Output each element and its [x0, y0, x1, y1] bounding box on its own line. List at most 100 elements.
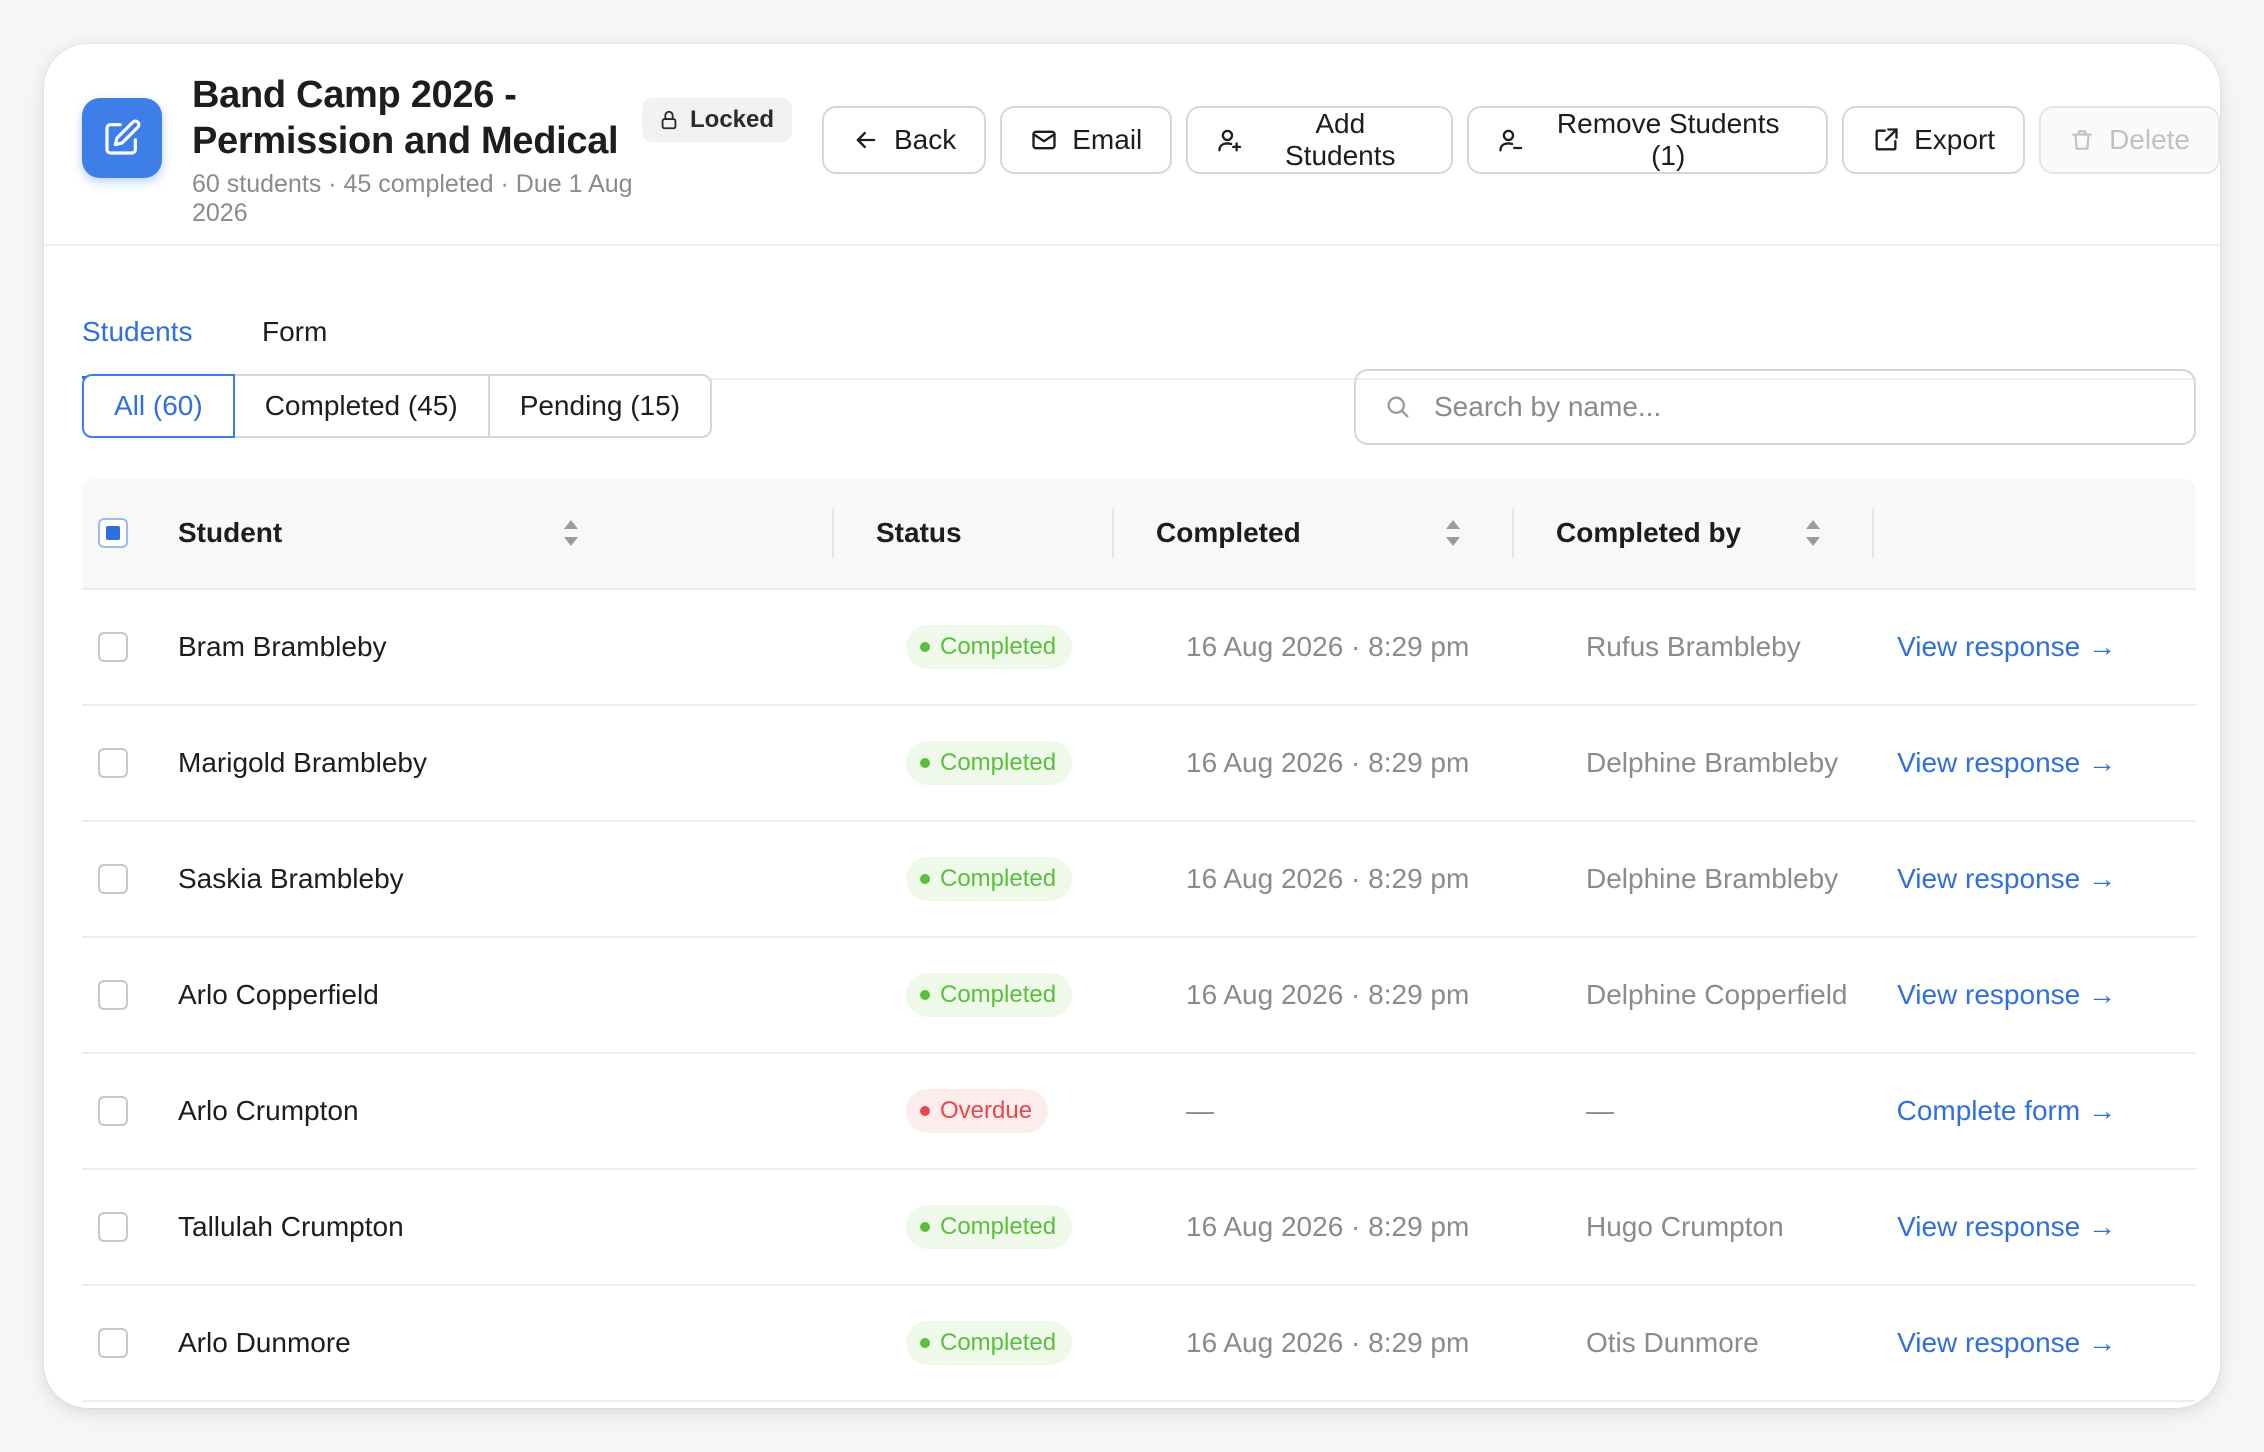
column-header-student[interactable]: Student: [178, 478, 282, 588]
status-badge: Completed: [906, 973, 1073, 1017]
page-title-line-1: Band Camp 2026 -: [192, 74, 517, 116]
add-students-button-label: Add Students: [1285, 108, 1396, 171]
row-checkbox[interactable]: [98, 1096, 128, 1126]
student-name: Bram Brambleby: [178, 631, 387, 662]
column-header-status: Status: [876, 517, 962, 548]
completed-by: Otis Dunmore: [1586, 1327, 1759, 1358]
status-label: Completed: [940, 865, 1057, 892]
completed-by: Delphine Copperfield: [1586, 979, 1848, 1010]
completed-date: 16 Aug 2026 · 8:29 pm: [1186, 1211, 1470, 1242]
table-body: Bram Brambleby Completed 16 Aug 2026 · 8:2…: [82, 590, 2196, 1402]
table-row: Arlo Dunmore Completed 16 Aug 2026 · 8:29 …: [82, 1286, 2196, 1402]
remove-students-button-label: Remove Students (1): [1556, 108, 1780, 171]
page-header: Band Camp 2026 - Permission and Medical …: [44, 44, 2220, 246]
row-checkbox[interactable]: [98, 864, 128, 894]
tab-form[interactable]: Form: [262, 316, 327, 376]
mail-icon: [1032, 130, 1056, 150]
add-students-button[interactable]: Add Students: [1186, 106, 1453, 174]
view-response-link[interactable]: View response →: [1897, 631, 2116, 663]
user-plus-icon: [1218, 129, 1242, 152]
completed-by: Delphine Brambleby: [1586, 863, 1839, 894]
status-badge: Completed: [906, 625, 1073, 669]
filter-all[interactable]: All (60): [82, 374, 235, 438]
table-row: Tallulah Crumpton Completed 16 Aug 2026 · …: [82, 1170, 2196, 1286]
select-all-indicator: [106, 526, 120, 540]
row-checkbox[interactable]: [98, 748, 128, 778]
row-checkbox[interactable]: [98, 632, 128, 662]
column-header-completed-by[interactable]: Completed by: [1556, 478, 1741, 588]
search-icon: [1387, 396, 1409, 418]
page-title: Band Camp 2026 - Permission and Medical: [192, 72, 662, 164]
search-input[interactable]: [1432, 390, 2156, 424]
export-icon: [1875, 128, 1898, 151]
row-select-cell: [98, 706, 128, 820]
row-select-cell: [98, 1054, 128, 1168]
edit-note-icon: [82, 98, 162, 178]
sort-icon[interactable]: [1444, 516, 1462, 550]
row-select-cell: [98, 1286, 128, 1400]
completed-by: Rufus Brambleby: [1586, 631, 1801, 662]
status-badge: Completed: [906, 1205, 1073, 1249]
filter-completed[interactable]: Completed (45): [232, 374, 490, 438]
column-divider: [1112, 508, 1114, 558]
view-response-link[interactable]: View response →: [1897, 1211, 2116, 1243]
toolbar: Back Email Add Students Remove Students …: [822, 106, 2220, 174]
completed-date: 16 Aug 2026 · 8:29 pm: [1186, 979, 1470, 1010]
row-select-cell: [98, 938, 128, 1052]
table-row: Saskia Brambleby Completed 16 Aug 2026 · 8…: [82, 822, 2196, 938]
completed-by: Hugo Crumpton: [1586, 1211, 1784, 1242]
filter-pending[interactable]: Pending (15): [487, 374, 713, 438]
remove-students-button[interactable]: Remove Students (1): [1466, 106, 1829, 174]
status-badge: Completed: [906, 1321, 1073, 1365]
table-row: Marigold Brambleby Completed 16 Aug 2026 ·…: [82, 706, 2196, 822]
column-header-completed[interactable]: Completed: [1156, 478, 1301, 588]
sort-icon[interactable]: [562, 516, 580, 550]
row-action-cell: View response →: [1897, 1170, 2116, 1284]
table-row: Arlo Crumpton Overdue — — Complete form →: [82, 1054, 2196, 1170]
export-button[interactable]: Export: [1842, 106, 2026, 174]
status-badge: Overdue: [906, 1089, 1049, 1133]
student-name: Arlo Dunmore: [178, 1327, 351, 1358]
status-dot-icon: [920, 758, 930, 768]
back-button[interactable]: Back: [822, 106, 987, 174]
status-dot-icon: [920, 990, 930, 1000]
row-checkbox[interactable]: [98, 1328, 128, 1358]
page-title-line-2: Permission and Medical: [192, 120, 619, 162]
completed-date: 16 Aug 2026 · 8:29 pm: [1186, 631, 1470, 662]
row-action-cell: View response →: [1897, 1286, 2116, 1400]
row-checkbox[interactable]: [98, 980, 128, 1010]
view-response-link[interactable]: View response →: [1897, 747, 2116, 779]
email-button-label: Email: [1072, 124, 1143, 155]
row-checkbox[interactable]: [98, 1212, 128, 1242]
student-name: Arlo Crumpton: [178, 1095, 359, 1126]
export-button-label: Export: [1914, 124, 1996, 155]
user-minus-icon: [1499, 129, 1523, 152]
view-response-link[interactable]: View response →: [1897, 1327, 2116, 1359]
tab-students[interactable]: Students: [82, 316, 193, 379]
table-header: Student Status Completed Completed by: [82, 478, 2196, 590]
complete-form-link[interactable]: Complete form →: [1897, 1095, 2116, 1127]
search-box: [1354, 369, 2196, 445]
status-cell: Completed: [906, 1286, 1073, 1400]
completed-date: 16 Aug 2026 · 8:29 pm: [1186, 747, 1470, 778]
status-cell: Completed: [906, 706, 1073, 820]
delete-button[interactable]: Delete: [2039, 106, 2220, 174]
status-filter: All (60) Completed (45) Pending (15): [82, 374, 713, 438]
view-response-link[interactable]: View response →: [1897, 979, 2116, 1011]
view-response-link[interactable]: View response →: [1897, 863, 2116, 895]
status-badge: Completed: [906, 741, 1073, 785]
row-action-cell: View response →: [1897, 938, 2116, 1052]
students-table: Student Status Completed Completed by Br…: [82, 478, 2196, 1402]
title-block: Band Camp 2026 - Permission and Medical …: [192, 72, 662, 228]
status-label: Completed: [940, 633, 1057, 660]
sort-icon[interactable]: [1804, 516, 1822, 550]
status-label: Completed: [940, 1213, 1057, 1240]
select-all-checkbox[interactable]: [98, 518, 128, 548]
row-select-cell: [98, 1170, 128, 1284]
status-dot-icon: [920, 642, 930, 652]
locked-badge: Locked: [642, 98, 793, 142]
email-button[interactable]: Email: [1000, 106, 1173, 174]
column-divider: [1512, 508, 1514, 558]
arrow-left-icon: [856, 131, 876, 149]
tab-bar: Students Form: [82, 244, 2196, 380]
